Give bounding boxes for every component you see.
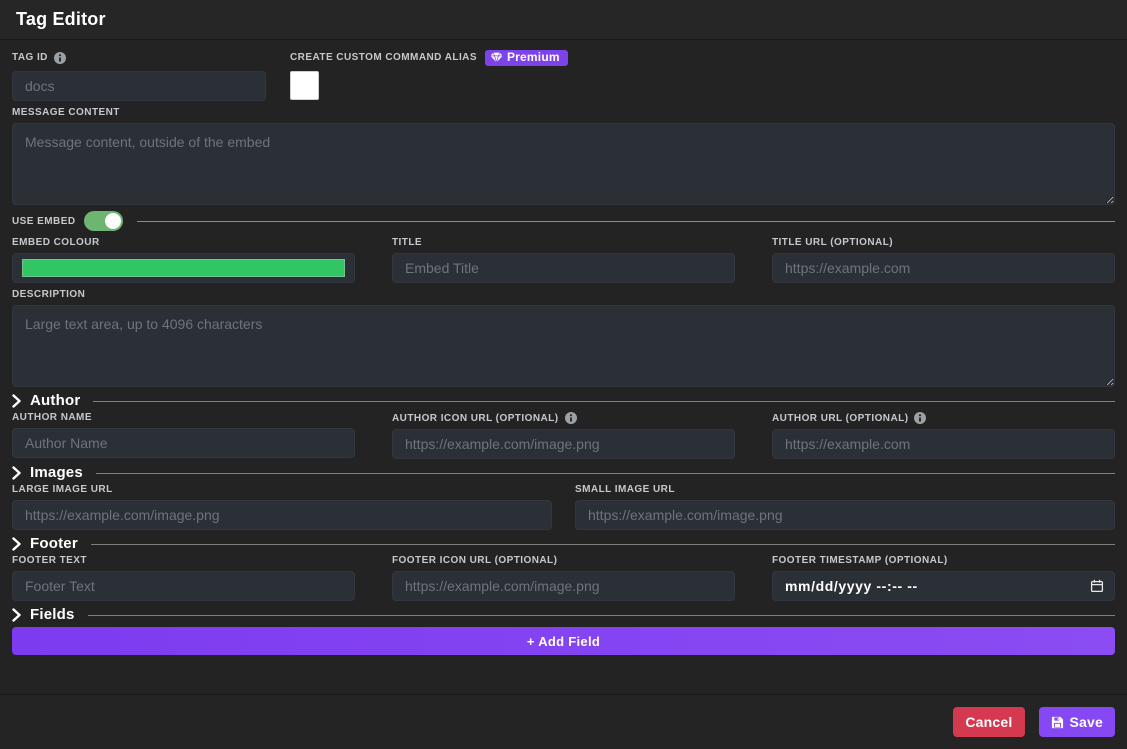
author-icon-url-group: AUTHOR ICON URL (OPTIONAL) <box>392 412 735 459</box>
images-section-header[interactable]: Images <box>12 465 1115 481</box>
footer-row: FOOTER TEXT FOOTER ICON URL (OPTIONAL) F… <box>12 555 1115 601</box>
tag-id-group: TAG ID <box>12 48 266 101</box>
add-field-button[interactable]: + Add Field <box>12 627 1115 655</box>
toggle-knob-icon <box>105 213 121 229</box>
divider <box>96 473 1115 474</box>
footer-text-group: FOOTER TEXT <box>12 555 355 601</box>
tag-id-input[interactable] <box>12 71 266 101</box>
gem-icon <box>490 52 503 63</box>
alias-checkbox[interactable] <box>290 71 319 100</box>
author-url-group: AUTHOR URL (OPTIONAL) <box>772 412 1115 459</box>
tag-editor-form: TAG ID CREATE CUSTOM COMMAND ALIAS <box>0 40 1127 694</box>
footer-icon-url-input[interactable] <box>392 571 735 601</box>
page-title: Tag Editor <box>16 9 106 30</box>
large-image-input[interactable] <box>12 500 552 530</box>
author-section-header[interactable]: Author <box>12 393 1115 409</box>
info-icon[interactable] <box>914 412 926 424</box>
images-section-title: Images <box>30 465 83 481</box>
info-icon[interactable] <box>54 52 66 64</box>
description-textarea[interactable] <box>12 305 1115 387</box>
large-image-group: LARGE IMAGE URL <box>12 484 552 530</box>
author-section-title: Author <box>30 393 80 409</box>
embed-title-input[interactable] <box>392 253 735 283</box>
description-group: DESCRIPTION <box>12 289 1115 387</box>
tag-id-label: TAG ID <box>12 48 266 67</box>
footer-section-header[interactable]: Footer <box>12 536 1115 552</box>
premium-badge: Premium <box>485 50 568 66</box>
cancel-button[interactable]: Cancel <box>953 707 1024 737</box>
footer-text-label: FOOTER TEXT <box>12 555 355 566</box>
footer-section-title: Footer <box>30 536 78 552</box>
colour-swatch <box>22 259 345 277</box>
author-row: AUTHOR NAME AUTHOR ICON URL (OPTIONAL) <box>12 412 1115 459</box>
title-url-input[interactable] <box>772 253 1115 283</box>
message-content-label: MESSAGE CONTENT <box>12 107 1115 118</box>
author-name-label: AUTHOR NAME <box>12 412 355 423</box>
chevron-right-icon <box>12 466 21 480</box>
footer-text-input[interactable] <box>12 571 355 601</box>
embed-colour-label: EMBED COLOUR <box>12 237 355 248</box>
embed-colour-group: EMBED COLOUR <box>12 237 355 283</box>
divider <box>91 544 1115 545</box>
footer-icon-url-group: FOOTER ICON URL (OPTIONAL) <box>392 555 735 601</box>
use-embed-toggle[interactable] <box>84 211 123 231</box>
large-image-label: LARGE IMAGE URL <box>12 484 552 495</box>
embed-colour-input[interactable] <box>12 253 355 283</box>
author-icon-url-label: AUTHOR ICON URL (OPTIONAL) <box>392 412 735 424</box>
page-header: Tag Editor <box>0 0 1127 40</box>
save-button-label: Save <box>1070 714 1104 730</box>
author-name-input[interactable] <box>12 428 355 458</box>
embed-title-label: TITLE <box>392 237 735 248</box>
info-icon[interactable] <box>565 412 577 424</box>
small-image-group: SMALL IMAGE URL <box>575 484 1115 530</box>
footer-icon-url-label: FOOTER ICON URL (OPTIONAL) <box>392 555 735 566</box>
message-content-group: MESSAGE CONTENT <box>12 107 1115 205</box>
action-bar: Cancel Save <box>0 694 1127 749</box>
author-name-group: AUTHOR NAME <box>12 412 355 459</box>
message-content-textarea[interactable] <box>12 123 1115 205</box>
alias-group: CREATE CUSTOM COMMAND ALIAS Premium <box>290 48 568 101</box>
fields-section-header[interactable]: Fields <box>12 607 1115 623</box>
top-row: TAG ID CREATE CUSTOM COMMAND ALIAS <box>12 48 1115 101</box>
title-url-label: TITLE URL (OPTIONAL) <box>772 237 1115 248</box>
chevron-right-icon <box>12 537 21 551</box>
footer-timestamp-label: FOOTER TIMESTAMP (OPTIONAL) <box>772 555 1115 566</box>
save-floppy-icon <box>1051 716 1064 729</box>
chevron-right-icon <box>12 608 21 622</box>
chevron-right-icon <box>12 394 21 408</box>
calendar-icon[interactable] <box>1090 579 1104 593</box>
author-url-label: AUTHOR URL (OPTIONAL) <box>772 412 1115 424</box>
save-button[interactable]: Save <box>1039 707 1116 737</box>
use-embed-label: USE EMBED <box>12 216 76 227</box>
embed-title-group: TITLE <box>392 237 735 283</box>
divider <box>137 221 1115 222</box>
alias-label: CREATE CUSTOM COMMAND ALIAS Premium <box>290 48 568 67</box>
small-image-input[interactable] <box>575 500 1115 530</box>
fields-section-title: Fields <box>30 607 75 623</box>
description-label: DESCRIPTION <box>12 289 1115 300</box>
author-url-input[interactable] <box>772 429 1115 459</box>
footer-timestamp-input[interactable]: mm/dd/yyyy --:-- -- <box>772 571 1115 601</box>
images-row: LARGE IMAGE URL SMALL IMAGE URL <box>12 484 1115 530</box>
divider <box>93 401 1115 402</box>
author-icon-url-input[interactable] <box>392 429 735 459</box>
tag-editor-window: Tag Editor TAG ID CREATE CUSTOM COMMAND … <box>0 0 1127 749</box>
use-embed-row: USE EMBED <box>12 211 1115 231</box>
divider <box>88 615 1115 616</box>
footer-timestamp-group: FOOTER TIMESTAMP (OPTIONAL) mm/dd/yyyy -… <box>772 555 1115 601</box>
small-image-label: SMALL IMAGE URL <box>575 484 1115 495</box>
datetime-value: mm/dd/yyyy --:-- -- <box>785 578 918 594</box>
title-url-group: TITLE URL (OPTIONAL) <box>772 237 1115 283</box>
embed-header-row: EMBED COLOUR TITLE TITLE URL (OPTIONAL) <box>12 237 1115 283</box>
